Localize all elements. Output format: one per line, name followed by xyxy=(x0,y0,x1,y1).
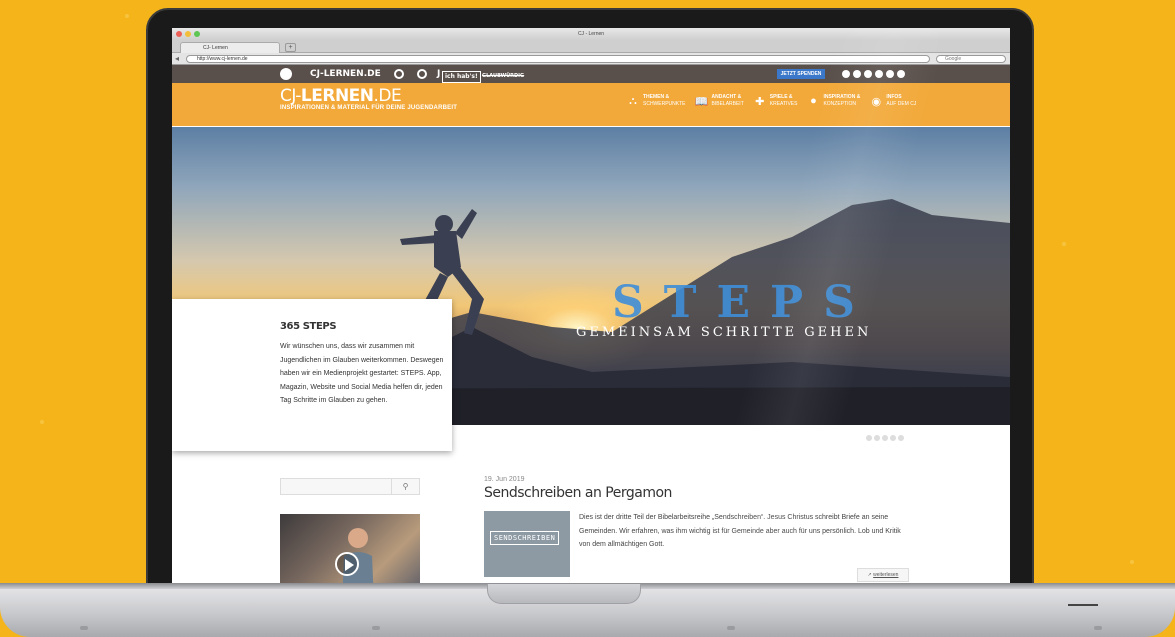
hero-info-card: 365 STEPS Wir wünschen uns, dass wir zus… xyxy=(172,299,452,451)
read-more-button[interactable]: ↗ weiterlesen xyxy=(857,568,909,582)
window-title: CJ - Lernen xyxy=(577,31,605,37)
network-strip: CJ-LERNEN.DE J ich hab's! GLAUBWÜRDIG JE… xyxy=(172,65,1010,83)
facebook-icon[interactable] xyxy=(842,70,850,78)
navigation-bar: ◂ http://www.cj-lernen.de Google xyxy=(172,53,1010,65)
puzzle-icon: ✚ xyxy=(755,95,765,108)
social-icons xyxy=(842,70,905,78)
sitemap-icon: ⛬ xyxy=(629,94,637,107)
twitter-icon[interactable] xyxy=(875,70,883,78)
logo-prefix: CJ- xyxy=(280,86,301,106)
brand-glaubwuerdig[interactable]: GLAUBWÜRDIG xyxy=(482,71,524,81)
laptop-foot xyxy=(1094,626,1102,630)
mail-icon[interactable] xyxy=(897,70,905,78)
slider-dot[interactable] xyxy=(898,435,904,441)
tab-label: CJ- Lernen xyxy=(203,45,228,51)
play-icon[interactable] xyxy=(335,552,359,576)
brand-circle-icon[interactable] xyxy=(417,69,427,79)
nav-title: INSPIRATION & xyxy=(823,94,861,100)
laptop-opening-notch xyxy=(487,584,641,604)
nav-sub: KONZEPTION xyxy=(823,101,856,107)
post-date: 19. Jun 2019 xyxy=(484,476,525,483)
nav-sub: SCHWERPUNKTE xyxy=(643,101,686,107)
decor-speck xyxy=(1062,242,1066,246)
post-title[interactable]: Sendschreiben an Pergamon xyxy=(484,485,672,501)
nav-title: ANDACHT & xyxy=(711,94,742,100)
decor-speck xyxy=(40,420,44,424)
brand-circle-icon[interactable] xyxy=(394,69,404,79)
slider-dot[interactable] xyxy=(874,435,880,441)
search-engine-field[interactable]: Google xyxy=(936,55,1006,63)
back-arrow-icon[interactable]: ◂ xyxy=(175,54,179,63)
nav-title: INFOS xyxy=(886,94,902,100)
donate-button[interactable]: JETZT SPENDEN xyxy=(777,69,825,79)
post-thumbnail[interactable]: SENDSCHREIBEN xyxy=(484,511,570,577)
logo-main: LERNEN xyxy=(300,86,374,106)
close-window-icon[interactable] xyxy=(176,31,182,37)
card-title: 365 STEPS xyxy=(280,321,337,332)
thumbnail-caption: SENDSCHREIBEN xyxy=(490,531,560,545)
nav-item-inspiration[interactable]: ● INSPIRATION & KONZEPTION xyxy=(807,94,860,108)
nav-sub: BIBELARBEIT xyxy=(711,101,744,107)
brand-j[interactable]: J xyxy=(437,69,440,79)
card-text: Wir wünschen uns, dass wir zusammen mit … xyxy=(280,343,444,404)
pinterest-icon[interactable] xyxy=(886,70,894,78)
cj-icon: ◉ xyxy=(871,95,882,108)
laptop-foot xyxy=(372,626,380,630)
nav-item-themen[interactable]: ⛬ THEMEN & SCHWERPUNKTE xyxy=(627,94,686,108)
lightbulb-icon: ● xyxy=(810,95,817,107)
nav-sub: KREATIVES xyxy=(769,101,798,107)
cj-logo-icon[interactable] xyxy=(280,68,292,80)
laptop-foot xyxy=(80,626,88,630)
search-input[interactable]: ⚲ xyxy=(280,478,420,495)
hero-headline: STEPS xyxy=(612,277,875,328)
main-nav: ⛬ THEMEN & SCHWERPUNKTE 📖 ANDACHT & BIBELA… xyxy=(627,94,916,108)
address-bar[interactable]: http://www.cj-lernen.de xyxy=(186,55,930,63)
nav-item-infos[interactable]: ◉ INFOS AUF DEM CJ xyxy=(870,94,917,108)
video-thumbnail[interactable] xyxy=(280,514,420,588)
window-controls[interactable] xyxy=(176,31,200,37)
logo-tld: .DE xyxy=(373,86,402,106)
maximize-window-icon[interactable] xyxy=(194,31,200,37)
minimize-window-icon[interactable] xyxy=(185,31,191,37)
decor-speck xyxy=(125,14,129,18)
browser-titlebar: CJ - Lernen xyxy=(172,28,1010,40)
slider-dot[interactable] xyxy=(890,435,896,441)
laptop-foot xyxy=(727,626,735,630)
youtube-icon[interactable] xyxy=(864,70,872,78)
decor-speck xyxy=(1130,560,1134,564)
site-logo[interactable]: CJ-LERNEN.DE xyxy=(280,86,402,106)
new-tab-button[interactable]: + xyxy=(285,43,296,52)
hero-subline: GEMEINSAM SCHRITTE GEHEN xyxy=(576,325,872,340)
brand-cj-lernen[interactable]: CJ-LERNEN.DE xyxy=(310,69,381,79)
nav-item-spiele[interactable]: ✚ SPIELE & KREATIVES xyxy=(754,94,798,108)
read-more-label: weiterlesen xyxy=(873,572,899,578)
tab-bar: CJ- Lernen + xyxy=(172,40,1010,53)
nav-title: THEMEN & xyxy=(643,94,670,100)
nav-sub: AUF DEM CJ xyxy=(886,101,917,107)
slider-dot[interactable] xyxy=(882,435,888,441)
magnifier-icon[interactable]: ⚲ xyxy=(391,479,419,494)
browser-window: CJ - Lernen CJ- Lernen + ◂ http://www.cj… xyxy=(172,28,1010,588)
nav-item-andacht[interactable]: 📖 ANDACHT & BIBELARBEIT xyxy=(694,94,744,108)
book-icon: 📖 xyxy=(694,95,709,108)
slider-pagination xyxy=(866,435,904,441)
brand-ichhabs[interactable]: ich hab's! xyxy=(442,71,481,83)
site-tagline: INSPIRATIONEN & MATERIAL FÜR DEINE JUGEN… xyxy=(280,105,458,111)
nav-title: SPIELE & xyxy=(769,94,793,100)
browser-tab[interactable]: CJ- Lernen xyxy=(180,42,280,53)
post-excerpt: Dies ist der dritte Teil der Bibelarbeit… xyxy=(579,514,901,548)
laptop-indicator xyxy=(1068,604,1098,606)
instagram-icon[interactable] xyxy=(853,70,861,78)
slider-dot[interactable] xyxy=(866,435,872,441)
site-header: CJ-LERNEN.DE INSPIRATIONEN & MATERIAL FÜ… xyxy=(172,83,1010,126)
